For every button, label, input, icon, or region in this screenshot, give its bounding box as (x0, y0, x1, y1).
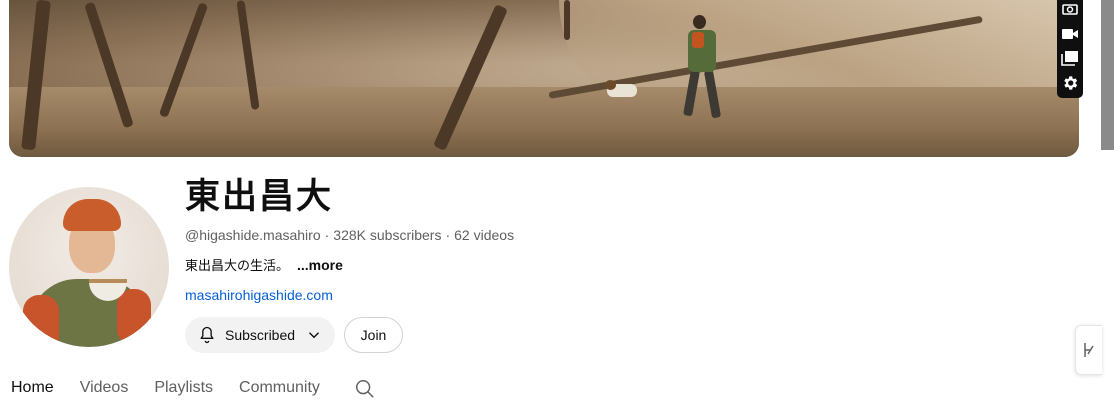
channel-avatar[interactable] (9, 187, 169, 347)
side-widget-icon (1084, 343, 1094, 357)
channel-handle: @higashide.masahiro (185, 227, 321, 243)
banner-tree (564, 0, 570, 40)
tab-community[interactable]: Community (239, 378, 320, 398)
subscribed-label: Subscribed (225, 327, 296, 343)
channel-description[interactable]: 東出昌大の生活。 ...more (185, 256, 343, 276)
banner-hunter-vest (692, 32, 704, 48)
video-camera-icon[interactable] (1060, 25, 1080, 44)
channel-link[interactable]: masahirohigashide.com (185, 286, 333, 304)
overlay-icon[interactable] (1060, 49, 1080, 68)
banner-hunter-head (693, 15, 706, 29)
search-icon[interactable] (354, 378, 376, 400)
tab-videos[interactable]: Videos (80, 378, 129, 398)
subscriber-count: 328K subscribers (333, 227, 442, 243)
bell-icon (200, 326, 214, 344)
chevron-down-icon (309, 332, 320, 339)
description-text: 東出昌大の生活。 (185, 259, 290, 274)
tab-home[interactable]: Home (11, 378, 54, 398)
subscribed-button[interactable]: Subscribed (185, 317, 335, 353)
channel-meta: @higashide.masahiro · 328K subscribers · 62 … (185, 227, 515, 243)
more-link[interactable]: ...more (297, 257, 343, 273)
banner-tool-strip (1057, 0, 1083, 98)
channel-tabs: Home Videos Playlists Community (11, 378, 346, 402)
channel-name: 東出昌大 (185, 177, 334, 217)
side-widget-button[interactable] (1075, 325, 1102, 375)
banner-dog-head (605, 80, 616, 90)
tab-playlists[interactable]: Playlists (154, 378, 213, 398)
video-count: 62 videos (454, 227, 515, 243)
channel-banner (9, 0, 1079, 157)
gear-icon[interactable] (1060, 74, 1080, 93)
join-button[interactable]: Join (344, 317, 403, 353)
camera-icon[interactable] (1060, 0, 1080, 19)
scrollbar-thumb[interactable] (1101, 0, 1114, 150)
